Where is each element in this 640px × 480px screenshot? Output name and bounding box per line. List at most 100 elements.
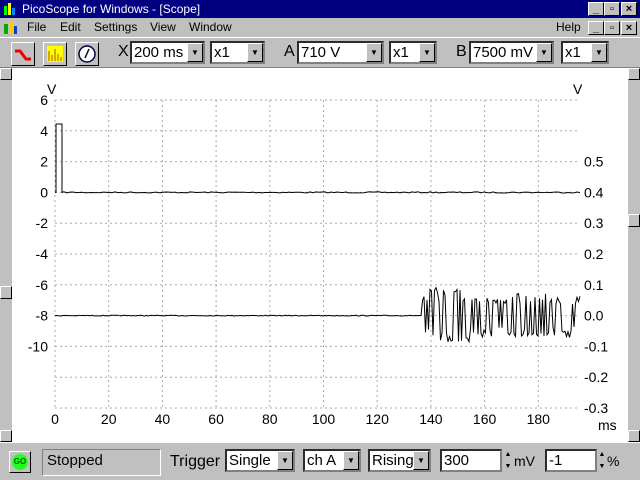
waveform-icon — [15, 49, 31, 61]
menu-file[interactable]: File — [27, 18, 46, 37]
channel-b-range-select[interactable]: 7500 mV ▼ — [469, 41, 554, 64]
scroll-up-button[interactable] — [628, 68, 640, 80]
right-tick-label: 0.4 — [584, 184, 604, 200]
trigger-delay-spinner[interactable]: ▲ ▼ — [597, 449, 607, 473]
chevron-down-icon[interactable]: ▼ — [187, 43, 203, 62]
meter-mode-button[interactable] — [75, 42, 99, 66]
channel-a-trace — [55, 123, 581, 194]
channel-a-offset-scrollbar[interactable] — [0, 68, 12, 442]
a-label: A — [284, 43, 295, 60]
chevron-down-icon[interactable]: ▼ — [343, 451, 359, 470]
right-tick-label: -0.3 — [584, 400, 608, 416]
left-tick-label: 6 — [40, 92, 48, 108]
left-tick-label: -6 — [36, 277, 49, 293]
scope-mode-button[interactable] — [11, 42, 35, 66]
chevron-down-icon[interactable]: ▼ — [277, 451, 293, 470]
right-tick-label: 0.0 — [584, 308, 604, 324]
trigger-channel-select[interactable]: ch A ▼ — [303, 449, 361, 472]
chevron-down-icon[interactable]: ▼ — [247, 43, 263, 62]
minimize-button[interactable]: _ — [588, 2, 604, 16]
x-tick-label: 140 — [419, 411, 443, 427]
scope-display[interactable]: V V ms 6 4 2 0 -2 -4 -6 -8 -10 0.5 0.4 0.3 0.2 0.1 0.0… — [0, 68, 640, 442]
scroll-down-button[interactable] — [628, 430, 640, 442]
trigger-delay-input[interactable]: -1 — [545, 449, 597, 472]
menu-edit[interactable]: Edit — [60, 18, 81, 37]
chevron-down-icon[interactable]: ▼ — [366, 43, 382, 62]
channel-b-offset-scrollbar[interactable] — [628, 68, 640, 442]
scroll-down-button[interactable] — [0, 430, 12, 442]
close-button[interactable]: × — [621, 2, 637, 16]
trigger-channel-value: ch A — [307, 452, 337, 469]
b-label: B — [456, 43, 467, 60]
chevron-down-icon[interactable]: ▼ — [419, 43, 435, 62]
doc-minimize-button[interactable]: _ — [588, 21, 604, 35]
trigger-edge-value: Rising — [372, 452, 414, 469]
menu-window[interactable]: Window — [189, 18, 232, 37]
timebase-select[interactable]: 200 ms ▼ — [130, 41, 205, 64]
menu-help[interactable]: Help — [556, 18, 581, 37]
window-title: PicoScope for Windows - [Scope] — [22, 2, 201, 16]
a-multiplier-value: x1 — [393, 44, 409, 61]
picoscope-app-icon — [4, 3, 15, 15]
chevron-down-icon[interactable]: ▼ — [413, 451, 429, 470]
scope-plot: V V ms 6420-2-4-6-8-100.50.40.30.20.10.0… — [28, 81, 617, 433]
chevron-down-icon[interactable]: ▼ — [591, 43, 607, 62]
scroll-up-button[interactable] — [0, 68, 12, 80]
right-tick-label: -0.1 — [584, 338, 608, 354]
x-tick-label: 180 — [527, 411, 551, 427]
menu-settings[interactable]: Settings — [94, 18, 137, 37]
channel-b-trace — [54, 286, 581, 344]
right-unit-label: V — [573, 81, 583, 97]
x-label: X — [118, 43, 129, 60]
right-tick-label: 0.5 — [584, 154, 604, 170]
document-icon[interactable] — [3, 20, 18, 35]
doc-restore-button[interactable]: ▫ — [604, 21, 620, 35]
x-multiplier-select[interactable]: x1 ▼ — [210, 41, 265, 64]
right-tick-label: -0.2 — [584, 369, 608, 385]
scroll-thumb[interactable] — [0, 286, 12, 299]
timebase-value: 200 ms — [134, 44, 184, 61]
chevron-down-icon[interactable]: ▼ — [536, 43, 552, 62]
trigger-level-spinner[interactable]: ▲ ▼ — [503, 449, 513, 473]
left-unit-label: V — [47, 81, 57, 97]
x-tick-label: 160 — [473, 411, 497, 427]
trigger-level-input[interactable]: 300 — [440, 449, 502, 472]
x-tick-label: 80 — [262, 411, 278, 427]
a-multiplier-select[interactable]: x1 ▼ — [389, 41, 437, 64]
doc-close-button[interactable]: × — [621, 21, 637, 35]
restore-button[interactable]: ▫ — [604, 2, 620, 16]
trigger-edge-select[interactable]: Rising ▼ — [368, 449, 431, 472]
b-multiplier-select[interactable]: x1 ▼ — [561, 41, 609, 64]
left-tick-label: -2 — [36, 215, 49, 231]
x-tick-label: 20 — [101, 411, 117, 427]
trigger-label: Trigger — [170, 453, 221, 470]
left-tick-label: 0 — [40, 184, 48, 200]
left-tick-label: -4 — [36, 246, 49, 262]
scroll-thumb[interactable] — [628, 214, 640, 227]
trigger-delay-unit: % — [607, 453, 620, 469]
toolbar: X 200 ms ▼ x1 ▼ A 710 V ▼ x1 ▼ B 7500 mV ▼ x1… — [0, 37, 640, 68]
spectrum-mode-button[interactable] — [43, 42, 67, 66]
left-tick-label: -8 — [36, 308, 49, 324]
right-tick-label: 0.2 — [584, 246, 604, 262]
x-tick-label: 120 — [366, 411, 390, 427]
go-button[interactable]: GO — [9, 451, 31, 473]
x-multiplier-value: x1 — [214, 44, 230, 61]
left-tick-label: -10 — [28, 338, 48, 354]
x-unit-label: ms — [598, 417, 617, 433]
meter-icon — [78, 45, 96, 63]
menu-bar: File Edit Settings View Window Help _ ▫ … — [0, 18, 640, 37]
right-tick-label: 0.1 — [584, 277, 604, 293]
channel-b-range-value: 7500 mV — [473, 44, 534, 61]
b-multiplier-value: x1 — [565, 44, 581, 61]
left-tick-label: 2 — [40, 154, 48, 170]
x-tick-label: 40 — [155, 411, 171, 427]
menu-view[interactable]: View — [150, 18, 176, 37]
right-tick-label: 0.3 — [584, 215, 604, 231]
trigger-delay-value: -1 — [549, 452, 563, 469]
x-tick-label: 60 — [208, 411, 224, 427]
channel-a-range-select[interactable]: 710 V ▼ — [297, 41, 384, 64]
trigger-mode-select[interactable]: Single ▼ — [225, 449, 295, 472]
left-tick-label: 4 — [40, 123, 48, 139]
status-text: Stopped — [42, 449, 161, 476]
